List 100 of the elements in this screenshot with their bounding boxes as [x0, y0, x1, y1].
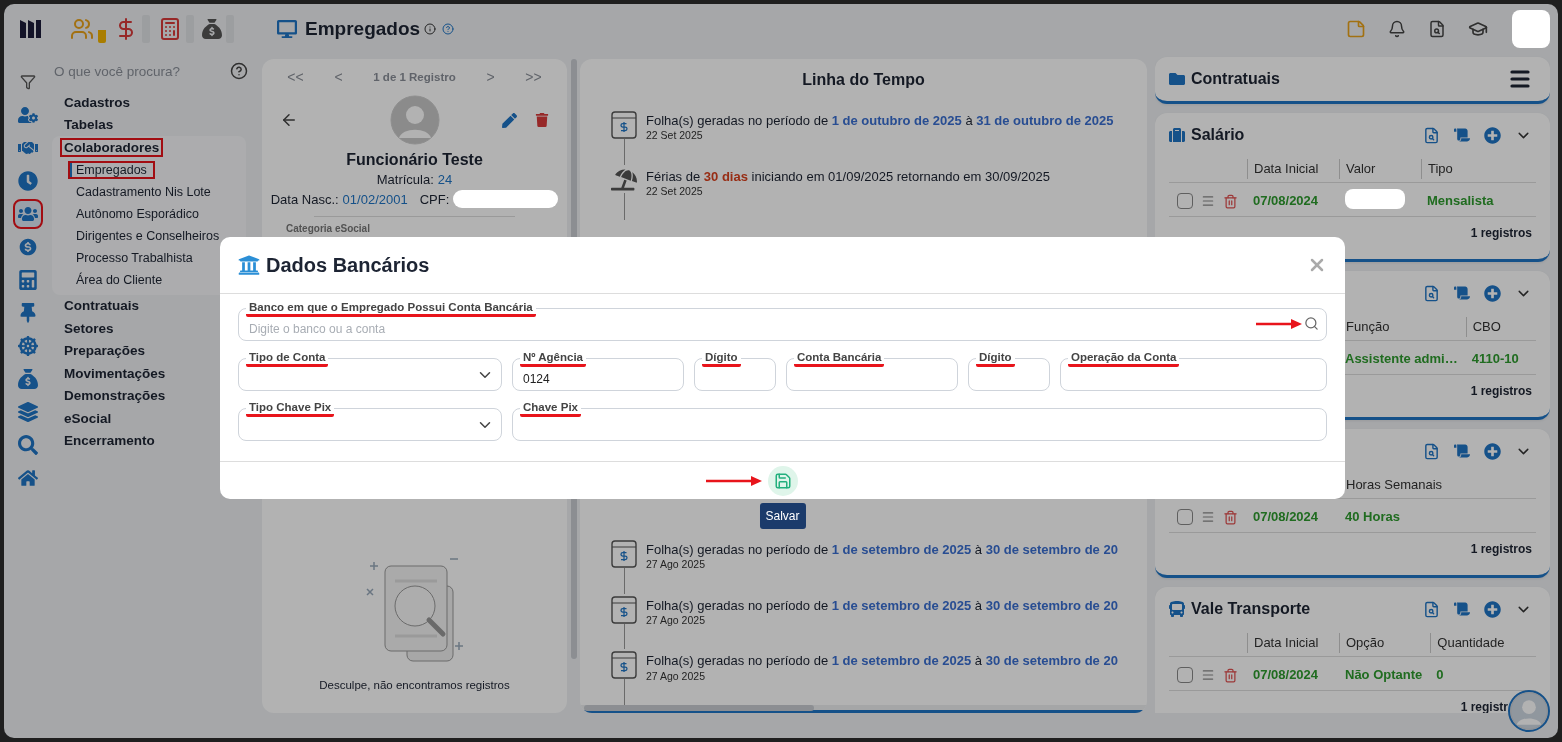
menu-item[interactable]: Colaboradores: [60, 137, 164, 157]
timeline-connector: [623, 623, 625, 650]
graduation-cap-icon[interactable]: [1468, 19, 1488, 39]
edit-icon[interactable]: [502, 112, 517, 128]
table-cell-text: 4110-10: [1470, 351, 1520, 367]
menu-item[interactable]: Encerramento: [60, 431, 159, 451]
record-count: 1 registros: [1469, 541, 1533, 558]
scroll-icon[interactable]: [1454, 443, 1470, 459]
filter-icon[interactable]: [20, 73, 36, 90]
payroll-icon: [611, 651, 637, 680]
document-search-icon[interactable]: [1423, 442, 1440, 460]
dialog-title: Dados Bancários: [266, 253, 430, 277]
entry-date: 22 Set 2025: [645, 184, 704, 197]
document-search-icon[interactable]: [1423, 284, 1440, 302]
field-label: Banco em que o Empregado Possui Conta Bancária: [246, 300, 536, 317]
drag-handle-icon[interactable]: [1201, 194, 1215, 208]
field-label: Chave Pix: [520, 400, 581, 417]
document-search-icon[interactable]: [1423, 126, 1440, 144]
empty-message: Desculpe, não encontramos registros: [319, 679, 510, 691]
timeline-entry: Folha(s) geradas no período de 1 de setembro de 2025 à 30 de setembro de 20: [645, 541, 1119, 559]
field-label: Tipo Chave Pix: [246, 400, 335, 417]
field-label: Dígito: [702, 350, 741, 367]
arrow-icon: [1256, 318, 1302, 329]
drag-handle-icon[interactable]: [1201, 668, 1215, 682]
save-button[interactable]: [767, 465, 798, 496]
search-field[interactable]: O que você procura?: [52, 62, 212, 80]
profile-avatar[interactable]: [1512, 10, 1550, 48]
timeline-entry: Folha(s) geradas no período de 1 de outubro de 2025 à 31 de outubro de 2025: [645, 112, 1115, 130]
field-value: 01/02/2001: [342, 191, 408, 207]
trash-icon[interactable]: [535, 113, 549, 127]
field-label: Operação da Conta: [1068, 350, 1180, 367]
field-label: CPF:: [419, 191, 450, 207]
field-value: 24: [437, 172, 453, 187]
submenu-item[interactable]: Empregados: [68, 160, 155, 179]
submenu-item[interactable]: Processo Trabalhista: [68, 248, 201, 267]
payroll-icon: [611, 111, 637, 139]
scroll-icon[interactable]: [1454, 285, 1470, 301]
timeline-connector: [623, 568, 625, 594]
submenu-item[interactable]: Cadastramento Nis Lote: [68, 182, 219, 201]
scroll-icon[interactable]: [1454, 127, 1470, 143]
folder-icon: [1169, 71, 1185, 87]
document-search-icon[interactable]: [1423, 600, 1440, 618]
checkbox[interactable]: [1177, 193, 1193, 209]
menu-item[interactable]: Preparações: [60, 341, 150, 361]
menu-item[interactable]: Cadastros: [60, 92, 135, 112]
tooltip: Salvar: [759, 502, 806, 529]
arrow-icon: [705, 475, 762, 486]
checkbox[interactable]: [1177, 667, 1193, 683]
menu-item[interactable]: Contratuais: [60, 296, 143, 316]
menu-item[interactable]: Tabelas: [60, 115, 118, 135]
menu-item[interactable]: Setores: [60, 318, 118, 338]
bell-icon[interactable]: [1388, 20, 1406, 38]
avatar: [389, 95, 440, 145]
menu-item[interactable]: Demonstrações: [60, 386, 170, 406]
timeline-entry: Férias de 30 dias iniciando em 01/09/2025 retornando em 30/09/2025: [645, 167, 1052, 185]
help-icon[interactable]: [442, 23, 455, 35]
timeline-title: Linha do Tempo: [801, 70, 926, 90]
field-label: Tipo de Conta: [246, 350, 329, 367]
trash-icon[interactable]: [1223, 509, 1238, 525]
entry-date: 27 Ago 2025: [645, 669, 706, 682]
document-search-icon[interactable]: [1428, 20, 1446, 38]
card-title: Salário: [1191, 126, 1245, 144]
help-icon[interactable]: [230, 62, 248, 80]
submenu-item[interactable]: Autônomo Esporádico: [68, 204, 207, 223]
redaction-mark: [1345, 189, 1405, 209]
page-title: Empregados: [305, 18, 421, 40]
table-cell-text: 07/08/2024: [1252, 509, 1320, 525]
menu-item[interactable]: Movimentações: [60, 363, 170, 383]
search-icon[interactable]: [1304, 316, 1319, 331]
info-icon[interactable]: [424, 23, 437, 35]
entry-date: 27 Ago 2025: [645, 558, 706, 571]
people-icon[interactable]: [13, 198, 43, 229]
employee-name: Funcionário Teste: [345, 151, 484, 169]
menu-icon[interactable]: [1508, 67, 1532, 91]
section-label: Categoria eSocial: [285, 223, 371, 234]
menu-item[interactable]: eSocial: [60, 408, 116, 428]
add-icon[interactable]: [1484, 126, 1501, 144]
trash-icon[interactable]: [1223, 667, 1238, 683]
pager-status: 1 de 1 Registro: [373, 71, 456, 83]
column-header: Valor: [1339, 158, 1421, 179]
record-count: 1 registros: [1469, 225, 1533, 242]
field-label: Matrícula:: [376, 172, 434, 187]
checkbox[interactable]: [1177, 509, 1193, 525]
save-icon: [773, 471, 792, 490]
drag-handle-icon[interactable]: [1201, 510, 1215, 524]
add-icon[interactable]: [1484, 284, 1501, 302]
scroll-icon[interactable]: [1454, 601, 1470, 617]
timeline-entry: Folha(s) geradas no período de 1 de setembro de 2025 à 30 de setembro de 20: [645, 652, 1119, 670]
add-icon[interactable]: [1484, 442, 1501, 460]
money-bag-icon[interactable]: [202, 19, 222, 39]
trash-icon[interactable]: [1223, 193, 1238, 209]
add-icon[interactable]: [1484, 600, 1501, 618]
submenu-item[interactable]: Área do Cliente: [68, 270, 171, 289]
logo-icon: [18, 17, 42, 41]
bus-icon: [1169, 601, 1185, 617]
card-title: Vale Transporte: [1191, 600, 1311, 618]
column-header: Opção: [1339, 632, 1431, 653]
submenu-item[interactable]: Dirigentes e Conselheiros: [68, 226, 228, 245]
calculator-icon[interactable]: [158, 17, 182, 41]
table-cell-text: 07/08/2024: [1252, 193, 1320, 209]
